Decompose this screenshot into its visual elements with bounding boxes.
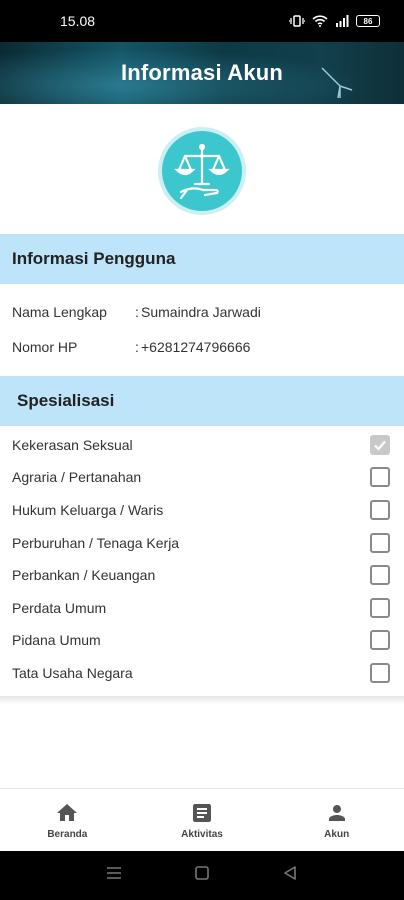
spec-checkbox[interactable]: [370, 467, 390, 487]
spec-item-label: Perdata Umum: [12, 600, 107, 616]
user-info-title: Informasi Pengguna: [12, 249, 176, 268]
battery-level: 86: [363, 16, 373, 26]
spec-checkbox[interactable]: [370, 630, 390, 650]
nav-akun[interactable]: Akun: [269, 789, 404, 851]
system-navigation: [0, 851, 404, 900]
document-icon: [193, 803, 211, 822]
wifi-icon: [312, 15, 328, 27]
full-name-value: Sumaindra Jarwadi: [141, 304, 261, 320]
status-bar: 15.08 86: [0, 0, 404, 42]
spec-item[interactable]: Tata Usaha Negara: [0, 657, 404, 689]
app-logo: [157, 126, 247, 216]
nav-label: Aktivitas: [181, 828, 223, 840]
spec-checkbox[interactable]: [370, 663, 390, 683]
spec-checkbox[interactable]: [370, 435, 390, 455]
spec-checkbox[interactable]: [370, 500, 390, 520]
spec-item[interactable]: Perburuhan / Tenaga Kerja: [0, 527, 404, 559]
spec-item[interactable]: Perbankan / Keuangan: [0, 559, 404, 591]
spec-checkbox[interactable]: [370, 565, 390, 585]
spec-item[interactable]: Pidana Umum: [0, 624, 404, 656]
spec-item-label: Kekerasan Seksual: [12, 437, 133, 453]
back-button[interactable]: [281, 864, 299, 887]
spec-item[interactable]: Agraria / Pertanahan: [0, 461, 404, 493]
person-icon: [328, 804, 345, 821]
full-name-row: Nama Lengkap : Sumaindra Jarwadi: [12, 300, 392, 324]
scales-of-justice-icon: [158, 127, 246, 215]
page-title: Informasi Akun: [120, 60, 284, 85]
spec-checkbox[interactable]: [370, 598, 390, 618]
phone-row: Nomor HP : +6281274796666: [12, 335, 392, 359]
full-name-label: Nama Lengkap: [12, 304, 107, 320]
spec-item[interactable]: Kekerasan Seksual: [0, 429, 404, 461]
home-button[interactable]: [193, 864, 211, 887]
spec-item-label: Agraria / Pertanahan: [12, 469, 142, 485]
card-shadow: [0, 696, 404, 704]
nav-label: Akun: [324, 828, 350, 840]
home-icon: [57, 803, 78, 821]
phone-label: Nomor HP: [12, 339, 78, 355]
bottom-navigation: Beranda Aktivitas Akun: [0, 788, 404, 851]
specialization-title: Spesialisasi: [17, 391, 115, 410]
signal-icon: [336, 15, 349, 27]
user-info-header: Informasi Pengguna: [0, 234, 404, 284]
vibrate-icon: [289, 15, 305, 27]
nav-aktivitas[interactable]: Aktivitas: [135, 789, 270, 851]
spec-item-label: Perbankan / Keuangan: [12, 567, 156, 583]
recents-button[interactable]: [105, 864, 123, 887]
phone-value: +6281274796666: [141, 339, 251, 355]
checkmark-icon: [374, 440, 386, 451]
nav-beranda[interactable]: Beranda: [0, 789, 135, 851]
spec-item-label: Hukum Keluarga / Waris: [12, 502, 164, 518]
spec-checkbox[interactable]: [370, 533, 390, 553]
spec-item[interactable]: Hukum Keluarga / Waris: [0, 494, 404, 526]
menu-icon: [107, 867, 121, 879]
spec-item[interactable]: Perdata Umum: [0, 592, 404, 624]
battery-icon: 86: [356, 15, 380, 27]
status-icons: 86: [289, 15, 380, 27]
square-icon: [195, 866, 209, 880]
spec-item-label: Pidana Umum: [12, 632, 101, 648]
spec-item-label: Perburuhan / Tenaga Kerja: [12, 535, 180, 551]
app-header: Informasi Akun: [0, 42, 404, 104]
status-time: 15.08: [60, 13, 96, 29]
nav-label: Beranda: [47, 828, 88, 840]
windmill-decoration-icon: [321, 67, 353, 99]
spec-item-label: Tata Usaha Negara: [12, 665, 133, 681]
specialization-header: Spesialisasi: [0, 376, 404, 426]
back-triangle-icon: [284, 866, 296, 880]
